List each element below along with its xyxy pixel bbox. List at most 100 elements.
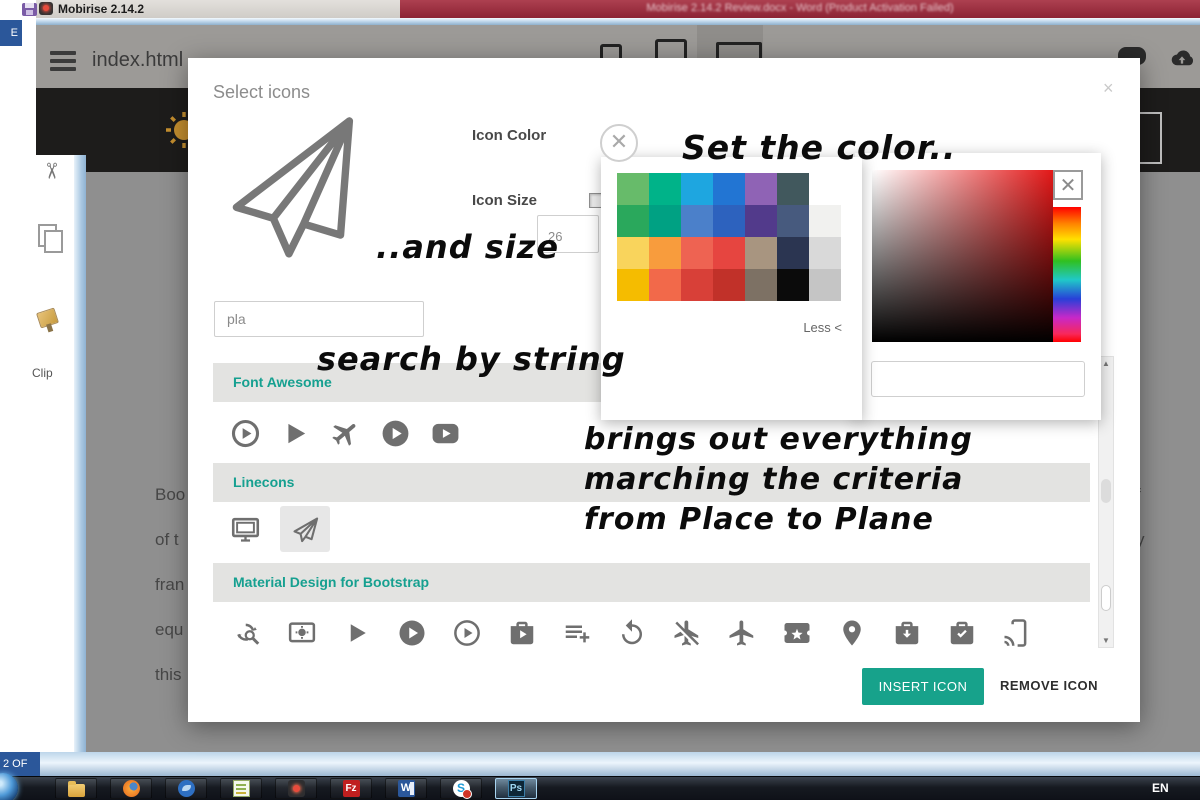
- taskbar-app-filezilla[interactable]: Fz: [330, 778, 372, 799]
- find-replace-icon[interactable]: [232, 610, 287, 656]
- color-swatch[interactable]: [713, 269, 745, 301]
- selected-icon-preview: [215, 106, 378, 273]
- hue-slider[interactable]: [1053, 207, 1081, 342]
- color-swatch[interactable]: [713, 173, 745, 205]
- replay-icon[interactable]: [617, 610, 672, 656]
- windows-taskbar: Fz WS Ps EN: [0, 776, 1200, 800]
- paper-plane-icon[interactable]: [280, 506, 330, 552]
- open-file-name: index.html: [92, 49, 183, 72]
- language-indicator: EN: [1152, 781, 1169, 795]
- tap-and-play-icon[interactable]: [1002, 610, 1057, 656]
- taskbar-app-mobirise[interactable]: [275, 778, 317, 799]
- color-swatch[interactable]: [713, 205, 745, 237]
- taskbar-app-skype[interactable]: S: [440, 778, 482, 799]
- picker-close-icon[interactable]: ✕: [1053, 170, 1083, 200]
- youtube-play-icon[interactable]: [430, 410, 480, 456]
- color-swatch[interactable]: [809, 237, 841, 269]
- annotation-line3: from Place to Plane: [584, 502, 934, 537]
- play-arrow-icon[interactable]: [342, 610, 397, 656]
- explorer-icon: [68, 784, 85, 797]
- color-swatch[interactable]: [681, 269, 713, 301]
- play-circle-filled-icon[interactable]: [397, 610, 452, 656]
- color-swatch[interactable]: [649, 237, 681, 269]
- color-swatch[interactable]: [617, 269, 649, 301]
- screen: Mobirise 2.14.2 Review.docx - Word (Prod…: [0, 0, 1200, 800]
- color-swatch[interactable]: [649, 173, 681, 205]
- work-download-icon[interactable]: [892, 610, 947, 656]
- plane-icon[interactable]: [330, 410, 380, 456]
- color-swatch[interactable]: [681, 173, 713, 205]
- firefox-icon: [123, 780, 140, 797]
- taskbar-app-notepad[interactable]: [220, 778, 262, 799]
- color-swatch[interactable]: [777, 205, 809, 237]
- color-swatch[interactable]: [681, 205, 713, 237]
- color-swatch[interactable]: [809, 269, 841, 301]
- work-check-icon[interactable]: [947, 610, 1002, 656]
- color-swatch[interactable]: [809, 205, 841, 237]
- play-circle-icon[interactable]: [380, 410, 430, 456]
- color-swatch[interactable]: [745, 269, 777, 301]
- cut-icon[interactable]: ✂: [38, 162, 64, 180]
- place-icon[interactable]: [837, 610, 892, 656]
- color-swatch[interactable]: [745, 237, 777, 269]
- taskbar-app-firefox[interactable]: [110, 778, 152, 799]
- scroll-up-icon[interactable]: ▲: [1099, 357, 1113, 370]
- local-play-icon[interactable]: [782, 610, 837, 656]
- settings-display-icon[interactable]: [287, 610, 342, 656]
- copy-icon[interactable]: [38, 224, 57, 247]
- save-icon[interactable]: [22, 3, 37, 16]
- color-swatch[interactable]: [649, 269, 681, 301]
- play-circle-outline-icon[interactable]: [230, 410, 280, 456]
- publish-cloud-icon[interactable]: [1166, 45, 1198, 73]
- play-circle-outline-thin-icon[interactable]: [452, 610, 507, 656]
- remove-icon-button[interactable]: REMOVE ICON: [1000, 678, 1098, 693]
- swatch-grid: [617, 173, 841, 301]
- taskbar-app-word[interactable]: W: [385, 778, 427, 799]
- playlist-add-icon[interactable]: [562, 610, 617, 656]
- color-swatch[interactable]: [681, 237, 713, 269]
- mobirise-logo-icon: [39, 2, 53, 15]
- icon-search-input[interactable]: [214, 301, 424, 337]
- palette-close-icon[interactable]: ✕: [600, 124, 638, 162]
- icon-color-label: Icon Color: [472, 127, 546, 144]
- color-swatch[interactable]: [713, 237, 745, 269]
- color-swatch[interactable]: [617, 205, 649, 237]
- color-swatch[interactable]: [777, 173, 809, 205]
- app-title: Mobirise 2.14.2: [58, 2, 144, 16]
- display-icon[interactable]: [230, 506, 280, 552]
- play-icon[interactable]: [280, 410, 330, 456]
- color-swatch[interactable]: [777, 269, 809, 301]
- taskbar-app-thunderbird[interactable]: [165, 778, 207, 799]
- dialog-close-icon[interactable]: ×: [1103, 78, 1114, 99]
- less-toggle-link[interactable]: Less <: [756, 320, 842, 335]
- taskbar-app-photoshop[interactable]: Ps: [495, 778, 537, 799]
- scrollbar-thumb[interactable]: [1101, 585, 1111, 611]
- color-swatch[interactable]: [617, 173, 649, 205]
- color-swatch[interactable]: [745, 173, 777, 205]
- word-file-tab[interactable]: E: [0, 20, 22, 46]
- thunderbird-icon: [178, 780, 195, 797]
- app-title-bar: Mobirise 2.14.2: [36, 0, 400, 18]
- dialog-title: Select icons: [213, 82, 310, 103]
- color-picker-popup: ✕: [855, 153, 1101, 420]
- color-swatch[interactable]: [745, 205, 777, 237]
- scrollbar-thumb[interactable]: [1101, 479, 1111, 503]
- flight-icon[interactable]: [727, 610, 782, 656]
- saturation-gradient[interactable]: [872, 170, 1053, 342]
- airplanemode-inactive-icon[interactable]: [672, 610, 727, 656]
- color-swatch[interactable]: [649, 205, 681, 237]
- start-button[interactable]: [0, 773, 18, 800]
- annotation-and-size: ..and size: [376, 228, 559, 266]
- section-header-material: Material Design for Bootstrap: [213, 563, 1090, 602]
- menu-icon[interactable]: [50, 51, 76, 71]
- window-border-top: [36, 18, 1200, 25]
- color-swatch[interactable]: [617, 237, 649, 269]
- shop-icon[interactable]: [507, 610, 562, 656]
- scroll-down-icon[interactable]: ▼: [1099, 634, 1113, 647]
- insert-icon-button[interactable]: INSERT ICON: [862, 668, 984, 705]
- color-swatch[interactable]: [777, 237, 809, 269]
- taskbar-app-explorer[interactable]: [55, 778, 97, 799]
- photoshop-icon: Ps: [508, 780, 525, 797]
- color-swatch[interactable]: [809, 173, 841, 205]
- color-value-input[interactable]: [871, 361, 1085, 397]
